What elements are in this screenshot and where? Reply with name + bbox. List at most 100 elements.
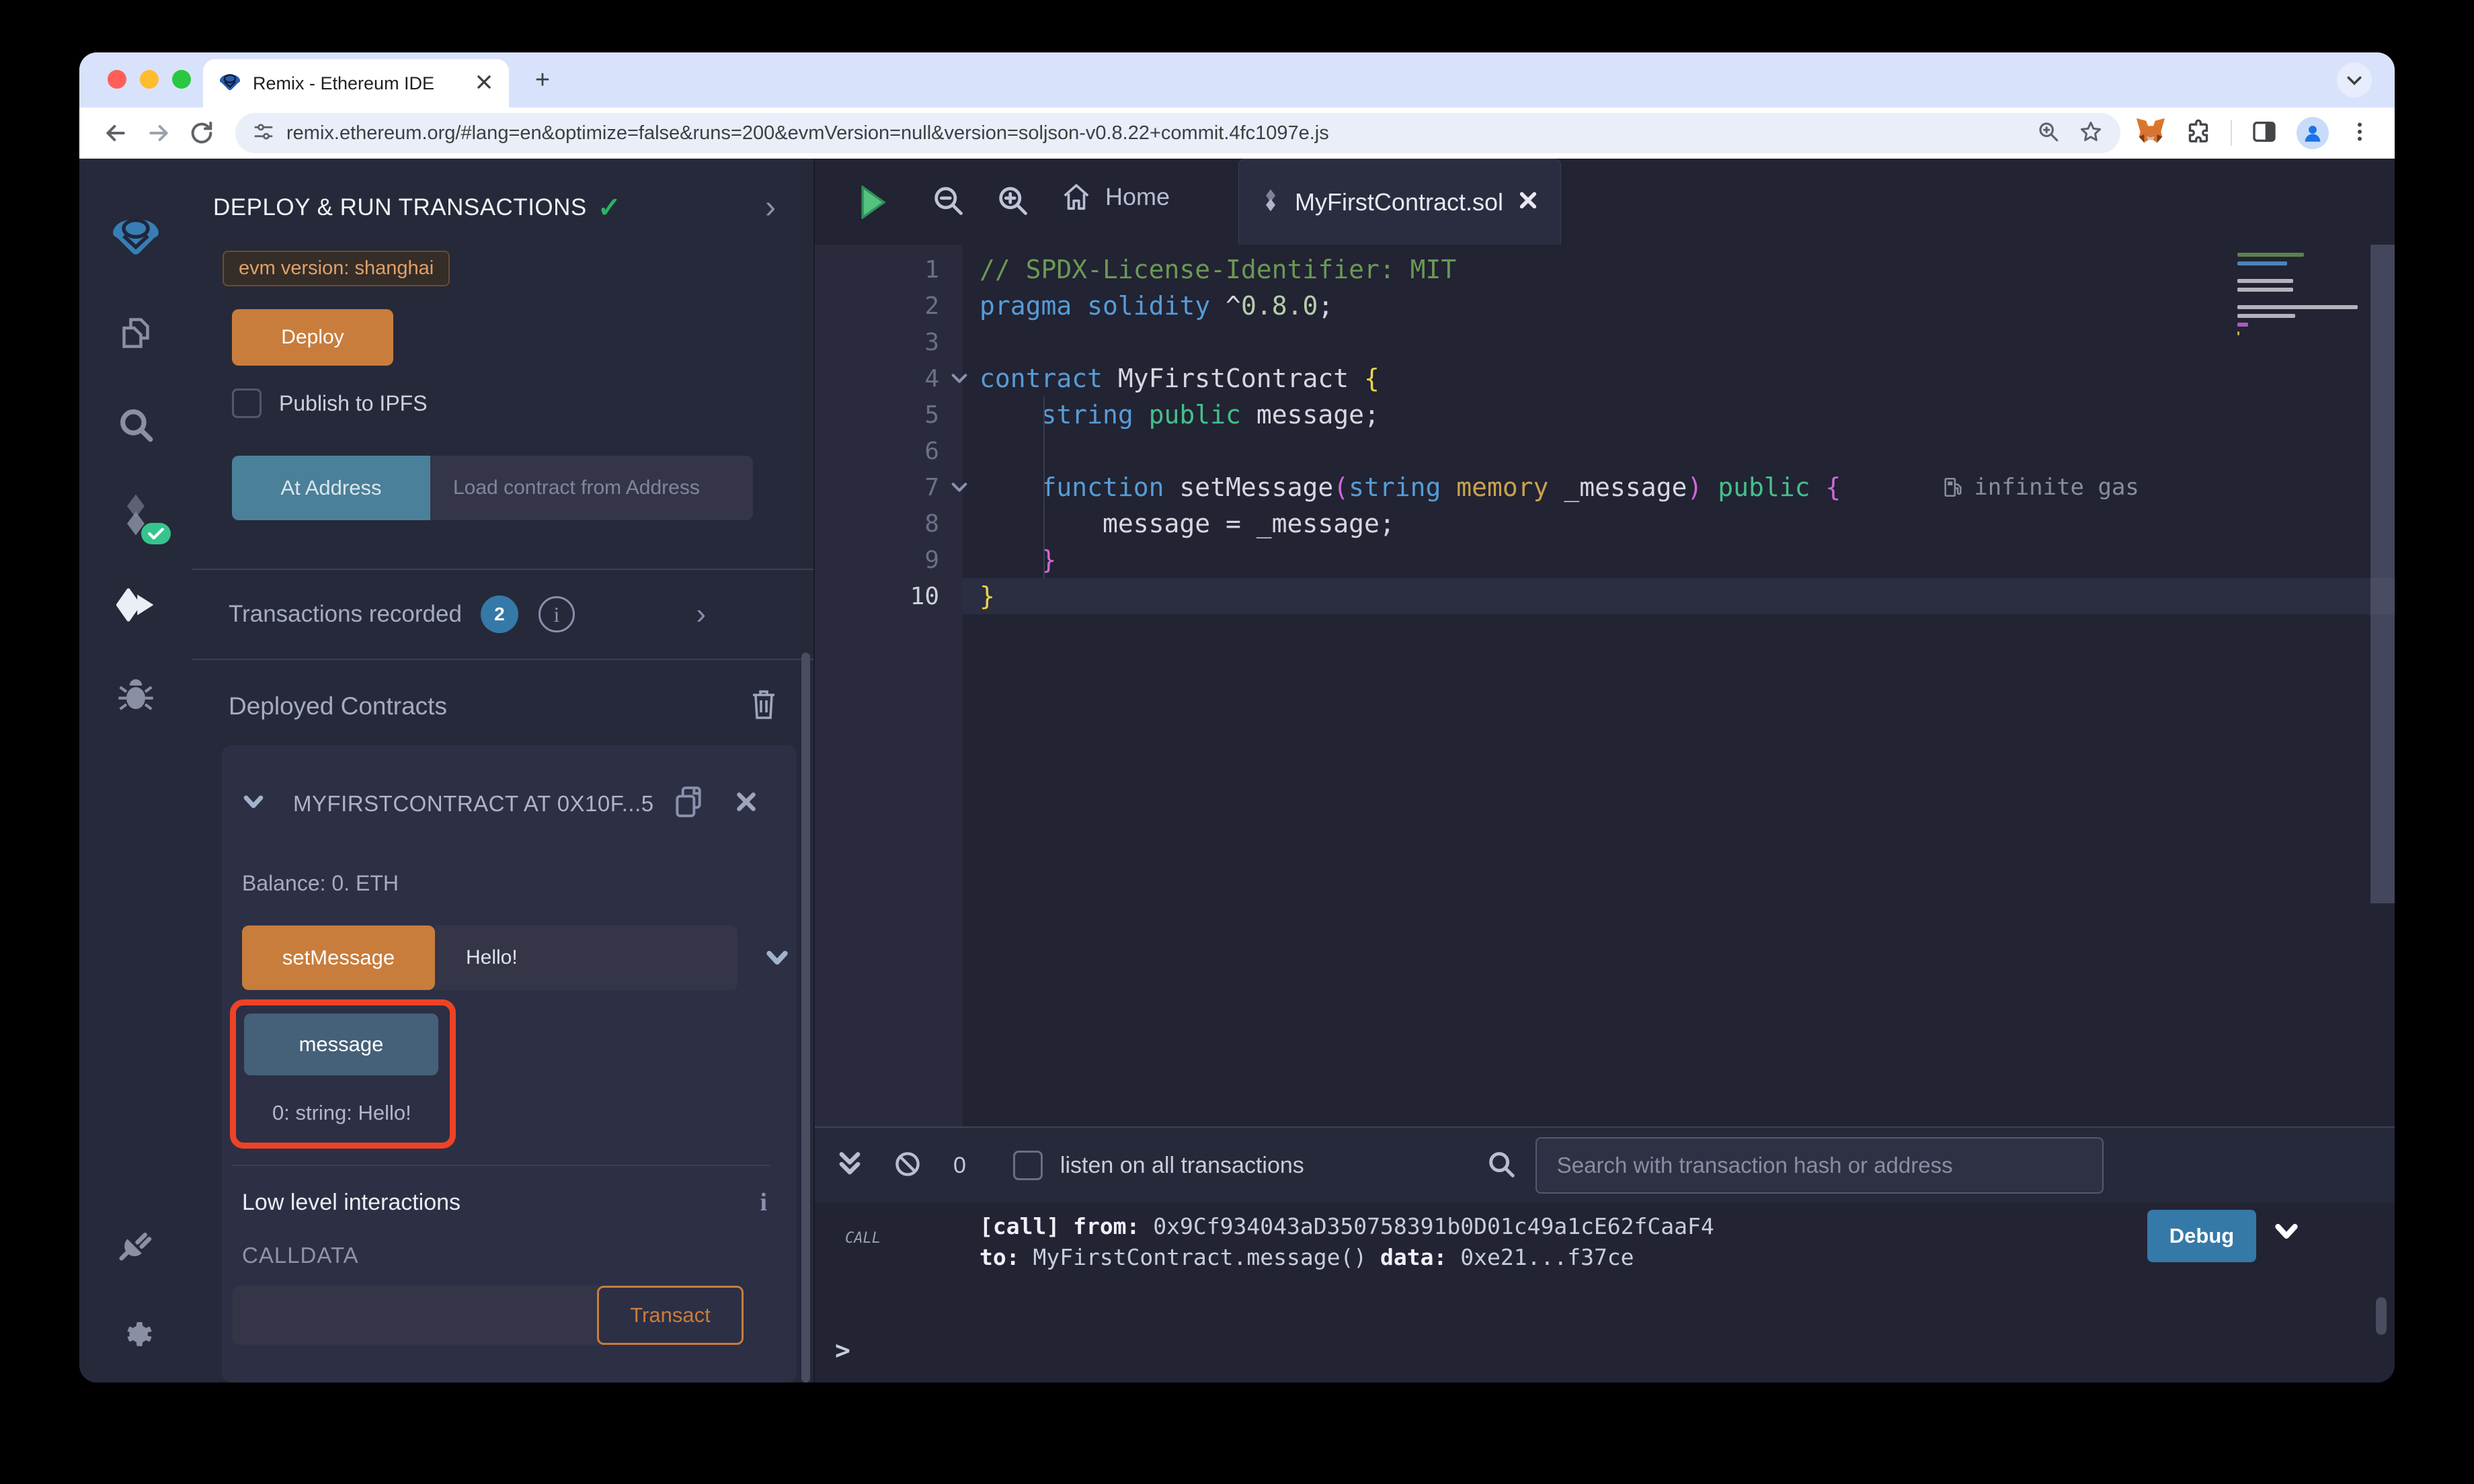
tab-file-close-icon[interactable] — [1518, 190, 1538, 214]
contract-instance-name[interactable]: MYFIRSTCONTRACT AT 0X10F...5 — [293, 791, 654, 817]
terminal-log-lines[interactable]: [call] from: 0x9Cf934043aD350758391b0D01… — [980, 1211, 1714, 1273]
at-address-input[interactable] — [430, 456, 753, 520]
code-editor[interactable]: 1// SPDX-License-Identifier: MIT2pragma … — [815, 245, 2395, 1126]
expand-args-chevron-icon[interactable] — [764, 925, 790, 990]
trash-icon[interactable] — [748, 687, 780, 725]
code-line[interactable]: 8 message = _message; — [815, 505, 2395, 542]
reload-button[interactable] — [183, 114, 221, 152]
code-line[interactable]: 7 function setMessage(string memory _mes… — [815, 469, 2395, 505]
pending-count: 0 — [953, 1153, 966, 1179]
tune-icon[interactable] — [253, 121, 274, 146]
collapse-terminal-icon[interactable] — [836, 1149, 863, 1182]
info-icon[interactable]: i — [760, 1188, 767, 1217]
tab-file-label: MyFirstContract.sol — [1295, 188, 1503, 216]
metamask-fox-icon[interactable] — [2135, 117, 2166, 150]
code-line[interactable]: 1// SPDX-License-Identifier: MIT — [815, 251, 2395, 288]
tab-search-button[interactable] — [2337, 63, 2372, 97]
back-button[interactable] — [97, 114, 134, 152]
browser-window: Remix - Ethereum IDE + remix.ethereum.or… — [79, 52, 2395, 1383]
line-number: 5 — [815, 401, 939, 429]
divider — [192, 659, 813, 660]
tab-home[interactable]: Home — [1061, 181, 1170, 212]
collapse-chevron-icon[interactable] — [242, 792, 265, 815]
publish-ipfs-label: Publish to IPFS — [279, 391, 428, 416]
close-window-button[interactable] — [108, 70, 126, 89]
clear-console-icon[interactable] — [893, 1149, 922, 1182]
code-line[interactable]: 9 } — [815, 542, 2395, 578]
tab-close-icon[interactable] — [475, 73, 493, 94]
browser-toolbar: remix.ethereum.org/#lang=en&optimize=fal… — [79, 108, 2395, 159]
line-number: 7 — [815, 474, 939, 501]
log-expand-chevron-icon[interactable] — [2274, 1221, 2299, 1245]
info-icon[interactable]: i — [538, 596, 575, 632]
remix-app: DEPLOY & RUN TRANSACTIONS ✓ › evm versio… — [79, 159, 2395, 1383]
tab-title: Remix - Ethereum IDE — [253, 73, 475, 94]
plugin-manager-icon[interactable] — [112, 1223, 160, 1266]
code-line[interactable]: 2pragma solidity ^0.8.0; — [815, 288, 2395, 324]
forward-button[interactable] — [140, 114, 177, 152]
editor-toolbar: Home MyFirstContract.sol — [815, 159, 2395, 245]
deploy-button[interactable]: Deploy — [232, 309, 393, 366]
line-number: 1 — [815, 256, 939, 284]
editor-minimap[interactable] — [2237, 253, 2365, 340]
listen-all-checkbox[interactable] — [1013, 1151, 1043, 1180]
code-line[interactable]: 3 — [815, 324, 2395, 360]
terminal-prompt[interactable]: > — [835, 1335, 850, 1365]
menu-dots-icon[interactable] — [2348, 120, 2372, 147]
file-explorer-icon[interactable] — [112, 313, 160, 356]
extensions-puzzle-icon[interactable] — [2185, 118, 2212, 149]
code-line[interactable]: 4contract MyFirstContract { — [815, 360, 2395, 397]
set-message-input[interactable] — [435, 925, 737, 990]
terminal-search-input[interactable] — [1535, 1137, 2104, 1194]
toolbar-divider — [2231, 120, 2232, 146]
terminal-scrollbar[interactable] — [2376, 1297, 2387, 1335]
zoom-in-icon[interactable] — [995, 183, 1030, 221]
fold-chevron-icon[interactable] — [939, 479, 980, 496]
search-icon[interactable] — [112, 403, 160, 446]
close-instance-icon[interactable] — [735, 790, 758, 817]
solidity-compiler-icon[interactable] — [112, 493, 160, 536]
debugger-icon[interactable] — [112, 673, 160, 716]
publish-ipfs-checkbox[interactable] — [232, 388, 262, 418]
browser-tab[interactable]: Remix - Ethereum IDE — [203, 59, 509, 108]
tab-file-active[interactable]: MyFirstContract.sol — [1238, 159, 1561, 245]
deploy-run-icon[interactable] — [112, 583, 160, 626]
zoom-window-button[interactable] — [172, 70, 191, 89]
transactions-recorded-label: Transactions recorded — [229, 601, 462, 628]
gas-estimate-annotation: infinite gas — [1942, 474, 2139, 501]
message-button[interactable]: message — [244, 1014, 438, 1075]
copy-icon[interactable] — [672, 783, 705, 824]
url-bar[interactable]: remix.ethereum.org/#lang=en&optimize=fal… — [235, 113, 2120, 153]
minimize-window-button[interactable] — [140, 70, 159, 89]
low-level-title: Low level interactions — [242, 1190, 461, 1216]
code-line[interactable]: 5 string public message; — [815, 397, 2395, 433]
zoom-out-icon[interactable] — [930, 183, 965, 221]
debug-button[interactable]: Debug — [2147, 1210, 2256, 1262]
url-text[interactable]: remix.ethereum.org/#lang=en&optimize=fal… — [286, 122, 2037, 145]
settings-gear-icon[interactable] — [112, 1313, 160, 1356]
panel-expand-icon[interactable]: › — [765, 194, 776, 221]
zoom-page-icon[interactable] — [2037, 120, 2060, 147]
set-message-button[interactable]: setMessage — [242, 925, 435, 990]
side-panel-icon[interactable] — [2251, 118, 2278, 149]
fold-chevron-icon[interactable] — [939, 370, 980, 387]
code-lines: 1// SPDX-License-Identifier: MIT2pragma … — [815, 251, 2395, 614]
new-tab-button[interactable]: + — [527, 65, 558, 95]
profile-avatar[interactable] — [2297, 117, 2329, 149]
run-script-icon[interactable] — [859, 186, 887, 222]
code-line[interactable]: 6 — [815, 433, 2395, 469]
editor-scrollbar[interactable] — [2370, 245, 2395, 903]
code-line[interactable]: 10} — [815, 578, 2395, 614]
panel-scrollbar[interactable] — [801, 653, 810, 1383]
terminal-log: CALL [call] from: 0x9Cf934043aD350758391… — [815, 1203, 2395, 1383]
terminal-search-icon — [1486, 1149, 1517, 1183]
panel-title: DEPLOY & RUN TRANSACTIONS — [213, 194, 587, 221]
tutorial-highlight-box: message 0: string: Hello! — [230, 999, 456, 1149]
calldata-label: CALLDATA — [242, 1243, 797, 1268]
calldata-input[interactable] — [233, 1286, 599, 1345]
transactions-expand-icon[interactable]: › — [696, 597, 706, 631]
transact-button[interactable]: Transact — [597, 1286, 744, 1345]
bookmark-star-icon[interactable] — [2079, 120, 2103, 147]
at-address-button[interactable]: At Address — [232, 456, 430, 520]
balance-label: Balance: 0. ETH — [242, 871, 797, 896]
